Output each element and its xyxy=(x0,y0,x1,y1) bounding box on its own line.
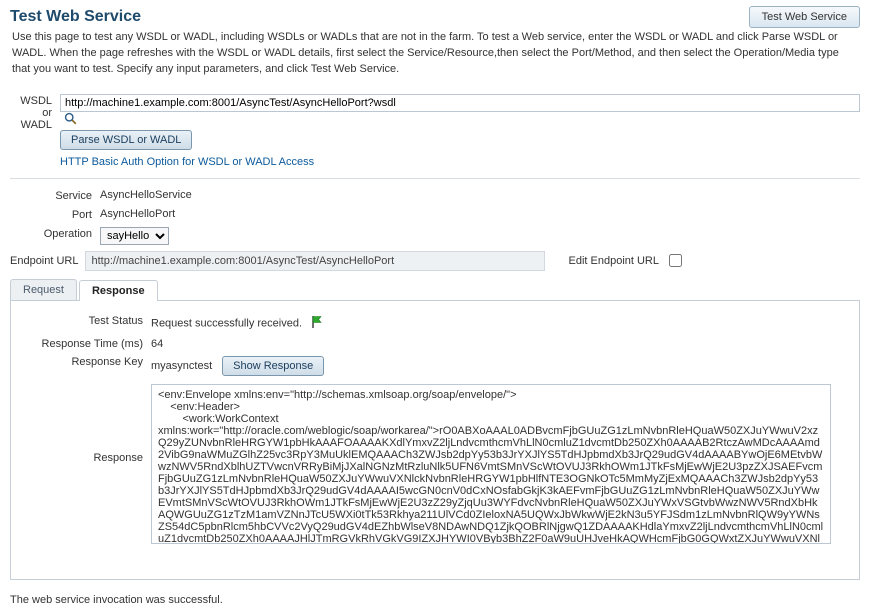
footer-message: The web service invocation was successfu… xyxy=(10,588,860,606)
search-icon[interactable] xyxy=(64,112,78,126)
endpoint-url-input xyxy=(85,251,545,271)
response-body[interactable] xyxy=(151,384,831,544)
response-key-label: Response Key xyxy=(21,354,151,368)
flag-icon xyxy=(311,315,323,332)
operation-select[interactable]: sayHello xyxy=(100,227,169,245)
tab-response[interactable]: Response xyxy=(79,280,158,301)
response-time-value: 64 xyxy=(151,336,849,350)
page-title: Test Web Service xyxy=(10,8,141,26)
test-web-service-button[interactable]: Test Web Service xyxy=(749,6,860,28)
response-time-label: Response Time (ms) xyxy=(21,336,151,350)
port-value: AsyncHelloPort xyxy=(100,206,860,220)
response-body-label: Response xyxy=(21,382,151,464)
tab-request[interactable]: Request xyxy=(10,279,77,300)
divider xyxy=(10,178,860,179)
service-value: AsyncHelloService xyxy=(100,187,860,201)
wsdl-url-input[interactable] xyxy=(60,94,860,112)
response-key-value: myasynctest xyxy=(151,360,212,372)
service-label: Service xyxy=(10,187,100,202)
parse-wsdl-button[interactable]: Parse WSDL or WADL xyxy=(60,130,192,150)
endpoint-label: Endpoint URL xyxy=(10,255,79,267)
http-basic-auth-link[interactable]: HTTP Basic Auth Option for WSDL or WADL … xyxy=(60,156,314,168)
edit-endpoint-checkbox[interactable] xyxy=(669,254,682,267)
wsdl-label: WSDL or WADL xyxy=(10,92,60,131)
test-status-value: Request successfully received. xyxy=(151,317,302,329)
page-intro: Use this page to test any WSDL or WADL, … xyxy=(12,30,860,78)
operation-label: Operation xyxy=(10,225,100,240)
port-label: Port xyxy=(10,206,100,221)
test-status-label: Test Status xyxy=(21,313,151,327)
edit-endpoint-label: Edit Endpoint URL xyxy=(569,255,660,267)
show-response-button[interactable]: Show Response xyxy=(222,356,324,376)
